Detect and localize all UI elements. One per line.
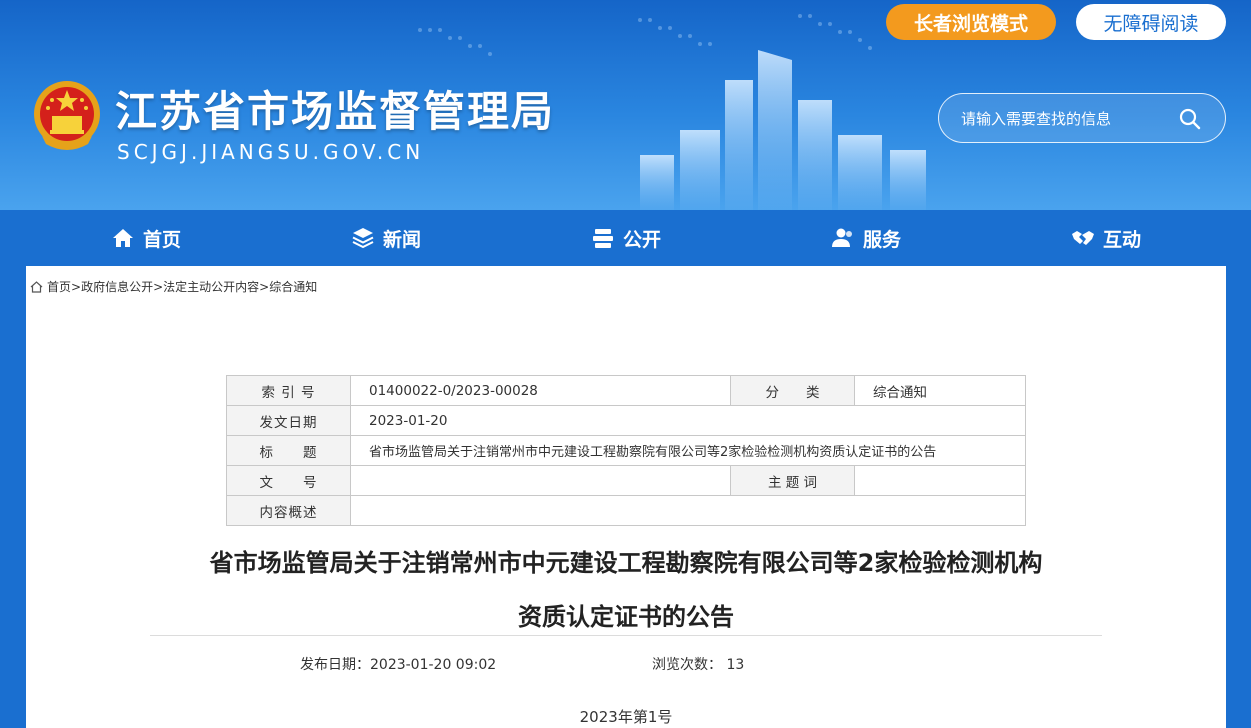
breadcrumb-home[interactable]: 首页 [47, 278, 71, 295]
skyline-decoration [640, 50, 926, 210]
accessible-reading-button[interactable]: 无障碍阅读 [1076, 4, 1226, 40]
site-domain: SCJGJ.JIANGSU.GOV.CN [117, 140, 425, 164]
nav-label: 互动 [1102, 228, 1141, 251]
article-title: 省市场监管局关于注销常州市中元建设工程勘察院有限公司等2家检验检测机构 资质认定… [26, 536, 1226, 644]
keyword-label: 主 题 词 [730, 465, 855, 496]
table-row: 发文日期 2023-01-20 [226, 405, 1026, 436]
summary-value [350, 495, 1026, 526]
elder-mode-button[interactable]: 长者浏览模式 [886, 4, 1056, 40]
site-title: 江苏省市场监督管理局 [115, 87, 556, 136]
publish-date: 发布日期：2023-01-20 09:02 [300, 657, 497, 673]
content-panel: 首页 > 政府信息公开 > 法定主动公开内容 > 综合通知 索 引 号 0140… [26, 266, 1226, 728]
category-value: 综合通知 [854, 375, 1026, 406]
nav-item-home[interactable]: 首页 [26, 210, 266, 266]
breadcrumb-separator: > [71, 279, 82, 294]
table-row: 标 题 省市场监管局关于注销常州市中元建设工程勘察院有限公司等2家检验检测机构资… [226, 435, 1026, 466]
index-label: 索 引 号 [226, 375, 351, 406]
nav-item-interaction[interactable]: 互动 [986, 210, 1226, 266]
docnum-value [350, 465, 731, 496]
nav-label: 公开 [622, 228, 661, 251]
breadcrumb-legal-disclosure[interactable]: 法定主动公开内容 [163, 278, 259, 295]
category-label: 分 类 [730, 375, 855, 406]
title-value: 省市场监管局关于注销常州市中元建设工程勘察院有限公司等2家检验检测机构资质认定证… [350, 435, 1026, 466]
title-label: 标 题 [226, 435, 351, 466]
layers-icon [352, 228, 374, 249]
breadcrumb-gov-info[interactable]: 政府信息公开 [81, 278, 153, 295]
summary-label: 内容概述 [226, 495, 351, 526]
view-count: 浏览次数： 13 [652, 657, 745, 673]
search-icon[interactable] [1179, 108, 1201, 130]
divider [150, 635, 1102, 636]
nav-label: 首页 [142, 228, 181, 251]
home-icon [30, 280, 43, 293]
site-header: 江苏省市场监督管理局 SCJGJ.JIANGSU.GOV.CN 长者浏览模式 无… [0, 0, 1251, 210]
index-value: 01400022-0/2023-00028 [350, 375, 731, 406]
search-input[interactable] [961, 106, 1171, 132]
breadcrumb-separator: > [153, 279, 164, 294]
nav-label: 服务 [862, 228, 901, 251]
document-meta-table: 索 引 号 01400022-0/2023-00028 分 类 综合通知 发文日… [226, 375, 1026, 526]
users-icon [831, 228, 852, 247]
date-value: 2023-01-20 [350, 405, 1026, 436]
breadcrumb-separator: > [259, 279, 270, 294]
nav-item-service[interactable]: 服务 [746, 210, 986, 266]
breadcrumb-general-notice[interactable]: 综合通知 [269, 278, 317, 295]
date-label: 发文日期 [226, 405, 351, 436]
article-title-line-1: 省市场监管局关于注销常州市中元建设工程勘察院有限公司等2家检验检测机构 [209, 549, 1043, 577]
keyword-value [854, 465, 1026, 496]
table-row: 内容概述 [226, 495, 1026, 526]
table-row: 文 号 主 题 词 [226, 465, 1026, 496]
home-icon [112, 229, 133, 247]
stack-icon [592, 229, 613, 248]
document-number: 2023年第1号 [579, 708, 673, 726]
table-row: 索 引 号 01400022-0/2023-00028 分 类 综合通知 [226, 375, 1026, 406]
national-emblem-icon [34, 81, 100, 150]
breadcrumb: 首页 > 政府信息公开 > 法定主动公开内容 > 综合通知 [30, 278, 317, 295]
main-nav: 首页 新闻 公开 服务 互动 [26, 210, 1226, 266]
nav-item-news[interactable]: 新闻 [266, 210, 506, 266]
nav-label: 新闻 [382, 228, 421, 251]
nav-item-public[interactable]: 公开 [506, 210, 746, 266]
handshake-icon [1071, 231, 1094, 245]
search-box [938, 93, 1226, 143]
docnum-label: 文 号 [226, 465, 351, 496]
